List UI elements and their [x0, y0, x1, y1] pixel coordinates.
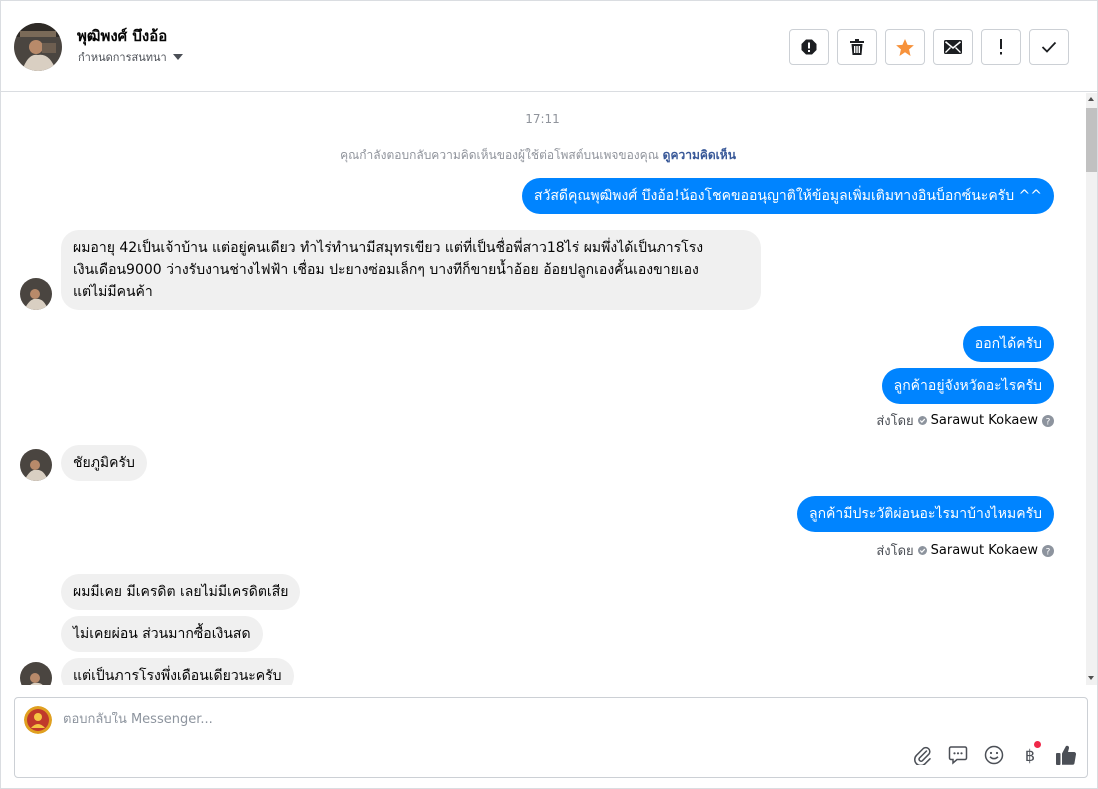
scroll-down-arrow-icon[interactable]: [1088, 676, 1094, 680]
sender-avatar: [20, 278, 52, 310]
contact-name: พุฒิพงศ์ บึงอ้อ: [77, 27, 168, 45]
exclamation-icon: [1000, 39, 1002, 55]
message-line: แต่ไม่มีคนค้า: [73, 284, 153, 300]
sent-by-info: ส่งโดย Sarawut Kokaew ?: [876, 540, 1054, 561]
verified-icon: [917, 546, 927, 555]
trash-icon: [850, 39, 864, 55]
follow-up-button[interactable]: [981, 29, 1021, 65]
assign-conversation-dropdown[interactable]: กำหนดการสนทนา: [78, 48, 183, 66]
incoming-message: ผมมีเคย มีเครดิต เลยไม่มีเครดิตเสีย: [61, 574, 301, 610]
saved-reply-button[interactable]: [947, 744, 969, 766]
outgoing-message: ออกได้ครับ: [962, 326, 1054, 362]
comment-reply-notice: คุณกำลังตอบกลับความคิดเห็นของผู้ใช้ต่อโพ…: [1, 146, 1075, 165]
payment-button[interactable]: ฿: [1019, 741, 1041, 766]
mark-spam-button[interactable]: [789, 29, 829, 65]
message-line: เงินเดือน9000 ว่างรับงานช่างไฟฟ้า เชื่อม…: [73, 262, 699, 278]
help-icon[interactable]: ?: [1042, 544, 1054, 557]
incoming-message: แต่เป็นภารโรงพึ่งเดือนเดียวนะครับ: [61, 658, 294, 685]
composer-tools: ฿: [911, 741, 1077, 766]
star-button[interactable]: [885, 29, 925, 65]
header-actions: [789, 29, 1069, 65]
contact-avatar[interactable]: [14, 23, 62, 71]
timestamp: 17:11: [525, 112, 560, 126]
outgoing-message: ลูกค้ามีประวัติผ่อนอะไรมาบ้างไหมครับ: [796, 496, 1054, 532]
mark-done-button[interactable]: [1029, 29, 1069, 65]
verified-icon: [917, 416, 927, 425]
svg-text:?: ?: [1046, 547, 1051, 557]
spam-icon: [801, 39, 817, 55]
attach-button[interactable]: [911, 744, 933, 766]
conversation-header: พุฒิพงศ์ บึงอ้อ กำหนดการสนทนา: [0, 0, 1098, 92]
star-icon: [896, 38, 914, 56]
view-comment-link[interactable]: ดูความคิดเห็น: [663, 148, 736, 162]
sender-avatar: [20, 662, 52, 685]
notice-text: คุณกำลังตอบกลับความคิดเห็นของผู้ใช้ต่อโพ…: [340, 148, 659, 162]
outgoing-message: ลูกค้าอยู่จังหวัดอะไรครับ: [881, 368, 1054, 404]
outgoing-message: สวัสดีคุณพุฒิพงศ์ บึงอ้อ!น้องโชคขออนุญาต…: [521, 178, 1054, 214]
emoji-icon: [984, 745, 1004, 765]
like-button[interactable]: [1055, 744, 1077, 766]
sender-avatar: [20, 449, 52, 481]
emoji-button[interactable]: [983, 744, 1005, 766]
sent-by-label: ส่งโดย: [876, 544, 914, 559]
sent-by-label: ส่งโดย: [876, 414, 914, 429]
scroll-up-arrow-icon[interactable]: [1088, 97, 1094, 101]
scrollbar-track[interactable]: [1086, 93, 1097, 685]
message-line: ผมอายุ 42เป็นเจ้าบ้าน แต่อยู่คนเดียว ทำไ…: [73, 240, 704, 256]
thumbs-up-icon: [1056, 745, 1077, 765]
sent-by-info: ส่งโดย Sarawut Kokaew ?: [876, 410, 1054, 431]
mark-unread-button[interactable]: [933, 29, 973, 65]
reply-input[interactable]: [63, 712, 863, 727]
paperclip-icon: [914, 746, 931, 765]
incoming-message: ชัยภูมิครับ: [61, 445, 147, 481]
scrollbar-thumb[interactable]: [1086, 108, 1097, 172]
sender-name: Sarawut Kokaew: [930, 413, 1038, 428]
message-thread[interactable]: 17:11 คุณกำลังตอบกลับความคิดเห็นของผู้ใช…: [1, 93, 1084, 685]
saved-reply-icon: [948, 746, 968, 765]
help-icon[interactable]: ?: [1042, 414, 1054, 427]
check-icon: [1041, 41, 1057, 53]
delete-button[interactable]: [837, 29, 877, 65]
caret-down-icon: [172, 54, 183, 60]
incoming-message: ไม่เคยผ่อน ส่วนมากซื้อเงินสด: [61, 616, 263, 652]
assign-label: กำหนดการสนทนา: [78, 51, 167, 64]
svg-text:?: ?: [1046, 417, 1051, 427]
sender-name: Sarawut Kokaew: [930, 543, 1038, 558]
envelope-icon: [944, 40, 962, 54]
page-avatar: [24, 706, 52, 734]
reply-composer: ฿: [14, 697, 1088, 778]
baht-icon: ฿: [1024, 745, 1036, 765]
incoming-message: ผมอายุ 42เป็นเจ้าบ้าน แต่อยู่คนเดียว ทำไ…: [61, 230, 761, 310]
notification-dot: [1034, 741, 1041, 748]
